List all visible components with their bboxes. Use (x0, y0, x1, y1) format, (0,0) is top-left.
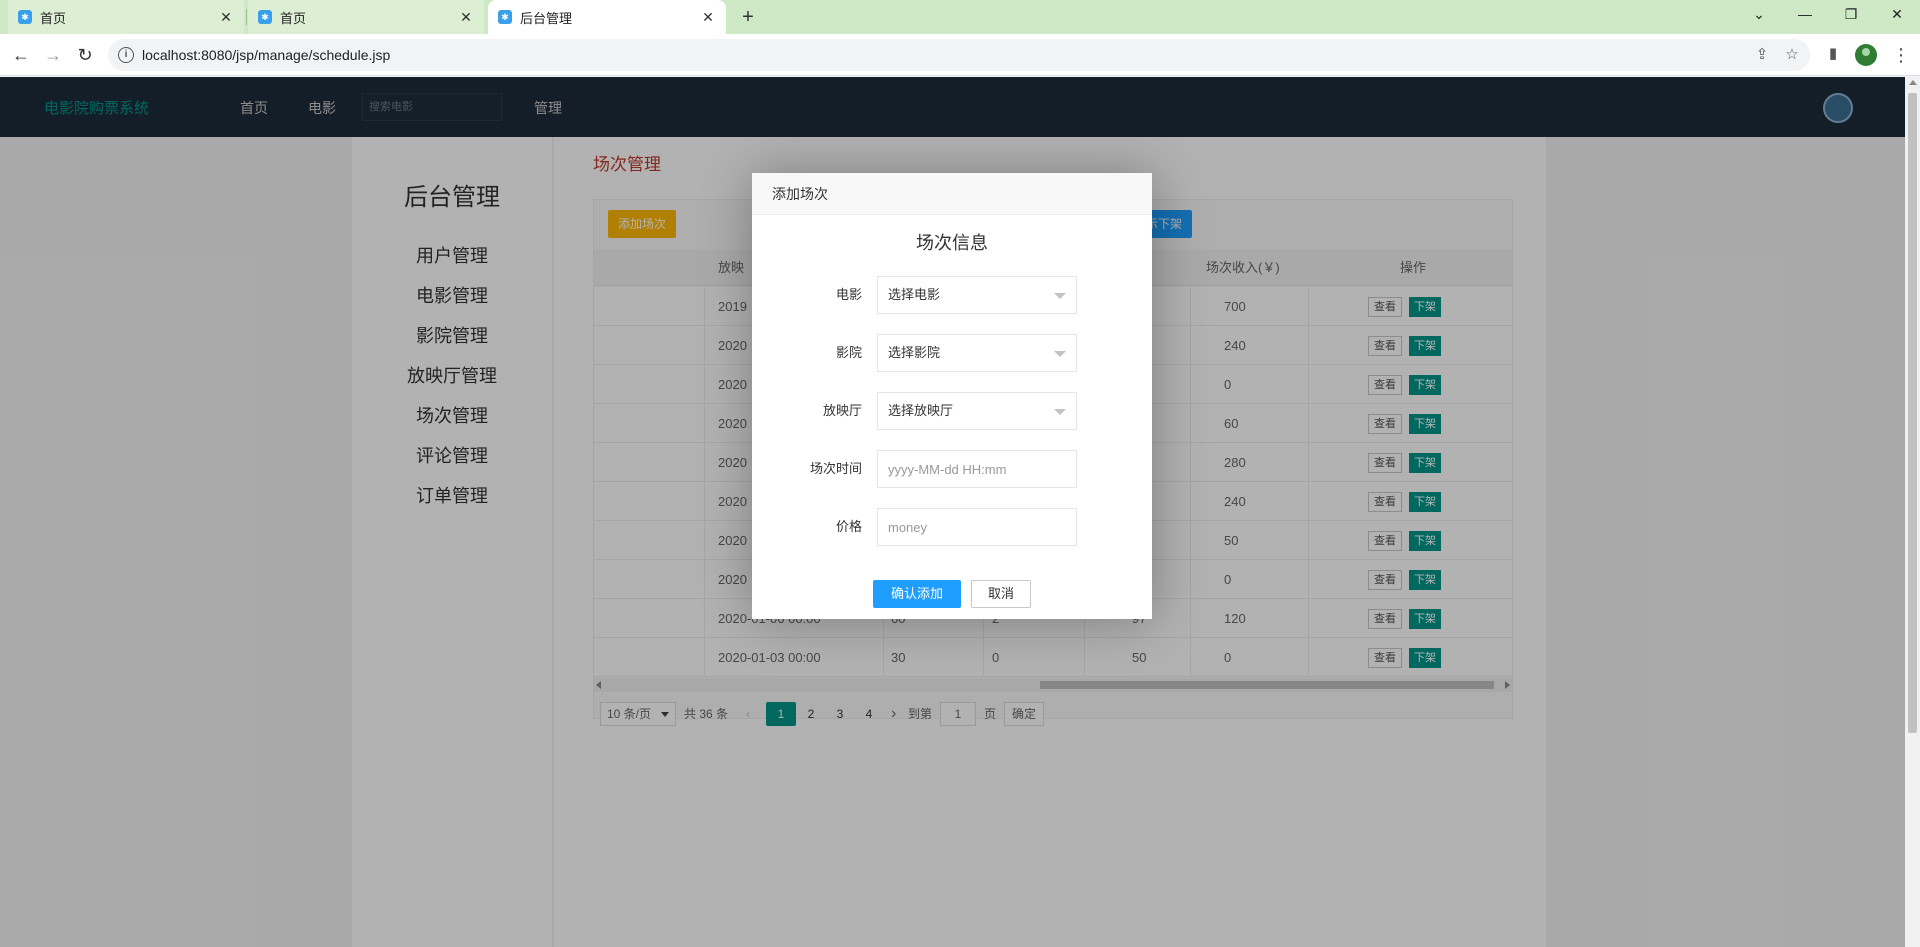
movie-select-value: 选择电影 (888, 287, 941, 302)
browser-tab-strip: ✱ 首页 ✕ ✱ 首页 ✕ ✱ 后台管理 ✕ + ⌄ — ❐ ✕ (0, 0, 1920, 34)
reload-icon[interactable]: ↻ (72, 42, 98, 68)
price-input[interactable] (877, 508, 1077, 546)
back-icon[interactable]: ← (8, 42, 34, 68)
tab-search-icon[interactable]: ⌄ (1736, 0, 1782, 30)
tab-close-icon[interactable]: ✕ (458, 9, 474, 26)
dialog-title: 添加场次 (752, 173, 1152, 215)
hall-label: 放映厅 (822, 403, 862, 418)
chevron-down-icon (1054, 409, 1066, 415)
menu-kebab-icon[interactable]: ⋮ (1892, 42, 1910, 68)
minimize-icon[interactable]: — (1782, 0, 1828, 30)
url-text[interactable]: localhost:8080/jsp/manage/schedule.jsp (142, 39, 390, 71)
dialog-subtitle: 场次信息 (916, 233, 988, 253)
tab-close-icon[interactable]: ✕ (218, 9, 234, 26)
site-favicon-icon: ✱ (258, 10, 272, 24)
confirm-add-button[interactable]: 确认添加 (873, 580, 961, 608)
new-tab-icon[interactable]: + (735, 4, 761, 30)
time-label: 场次时间 (809, 461, 862, 476)
tab-title: 后台管理 (520, 10, 573, 26)
add-schedule-dialog: 添加场次 场次信息 电影 选择电影 影院 选择影院 放映厅 选择放映厅 场次时间… (752, 173, 1152, 619)
hall-select[interactable]: 选择放映厅 (877, 392, 1077, 430)
side-panel-icon[interactable]: ▮ (1823, 44, 1843, 64)
address-bar[interactable]: i localhost:8080/jsp/manage/schedule.jsp… (108, 39, 1810, 71)
scroll-thumb[interactable] (1908, 93, 1917, 733)
profile-avatar-icon[interactable] (1855, 44, 1877, 66)
site-info-icon[interactable]: i (118, 47, 134, 63)
site-favicon-icon: ✱ (498, 10, 512, 24)
cinema-label: 影院 (835, 345, 862, 360)
close-window-icon[interactable]: ✕ (1874, 0, 1920, 30)
page-scrollbar[interactable] (1905, 77, 1920, 947)
tab-divider (246, 9, 247, 25)
chevron-down-icon (1054, 293, 1066, 299)
movie-label: 电影 (835, 287, 862, 302)
browser-toolbar: ← → ↻ i localhost:8080/jsp/manage/schedu… (0, 34, 1920, 76)
hall-select-value: 选择放映厅 (888, 403, 954, 418)
browser-tab-2[interactable]: ✱ 首页 ✕ (248, 0, 484, 34)
scroll-up-icon[interactable] (1909, 80, 1917, 85)
tab-close-icon[interactable]: ✕ (700, 9, 716, 26)
cancel-button[interactable]: 取消 (971, 580, 1031, 608)
tab-title: 首页 (280, 10, 307, 26)
forward-icon[interactable]: → (40, 42, 66, 68)
cinema-select-value: 选择影院 (888, 345, 941, 360)
browser-tab-1[interactable]: ✱ 首页 ✕ (8, 0, 244, 34)
site-favicon-icon: ✱ (18, 10, 32, 24)
schedule-time-input[interactable] (877, 450, 1077, 488)
share-icon[interactable]: ⇪ (1752, 45, 1772, 65)
price-label: 价格 (835, 519, 862, 534)
restore-icon[interactable]: ❐ (1828, 0, 1874, 30)
cinema-select[interactable]: 选择影院 (877, 334, 1077, 372)
browser-tab-3[interactable]: ✱ 后台管理 ✕ (488, 0, 726, 34)
tab-title: 首页 (40, 10, 67, 26)
bookmark-star-icon[interactable]: ☆ (1782, 45, 1802, 65)
chevron-down-icon (1054, 351, 1066, 357)
movie-select[interactable]: 选择电影 (877, 276, 1077, 314)
